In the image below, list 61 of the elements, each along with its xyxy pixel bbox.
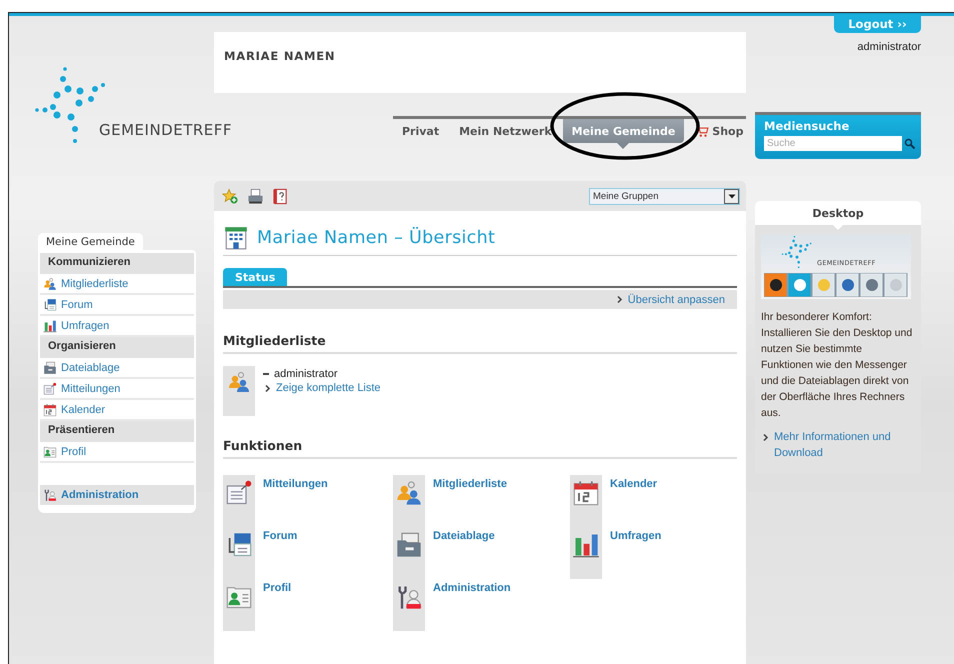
member-name: administrator — [274, 368, 338, 380]
member-list-link[interactable]: Zeige komplette Liste — [276, 382, 381, 394]
building-icon — [223, 225, 249, 251]
sidebar-item[interactable]: Mitteilungen — [40, 379, 194, 400]
section-heading: Funktionen — [223, 438, 737, 459]
function-link[interactable]: Dateiablage — [433, 527, 495, 544]
sidebar-item[interactable]: Mitgliederliste — [40, 274, 194, 295]
sidebar-tab[interactable]: Meine Gemeinde — [38, 233, 143, 250]
more-info-link[interactable]: Mehr Informationen und Download — [774, 429, 915, 461]
user-name: administrator — [856, 41, 921, 53]
admin-link[interactable]: Administration — [40, 485, 194, 505]
id-card-icon — [43, 444, 57, 458]
customize-link[interactable]: Übersicht anpassen — [628, 294, 725, 306]
section-heading: Mitgliederliste — [223, 333, 737, 354]
people-icon — [227, 370, 251, 394]
function-link[interactable]: Mitteilungen — [263, 475, 328, 492]
chevron-icon — [263, 384, 272, 392]
nav-tab[interactable]: Privat — [393, 119, 448, 143]
sidebar-group-header: Kommunizieren — [40, 253, 194, 274]
function-link[interactable]: Mitgliederliste — [433, 475, 507, 492]
printer-icon — [247, 188, 264, 204]
panel-title: Desktop — [812, 206, 864, 220]
document-stack-icon — [43, 298, 57, 312]
function-link[interactable]: Umfragen — [610, 527, 662, 544]
function-link[interactable]: Administration — [433, 579, 511, 596]
people-icon — [43, 276, 57, 290]
people-icon — [395, 479, 423, 507]
bar-chart-icon — [43, 318, 57, 332]
star-plus-icon — [222, 188, 239, 204]
panel-title: Mediensuche — [764, 119, 850, 133]
function-link[interactable]: Kalender — [610, 475, 658, 492]
sidebar-item[interactable]: Dateiablage — [40, 358, 194, 379]
help-book-icon — [272, 188, 289, 204]
search-button[interactable] — [902, 138, 918, 150]
calendar-icon — [572, 479, 600, 507]
sidebar-group-header: Organisieren — [40, 337, 194, 358]
page-title: Mariae Namen – Übersicht — [257, 228, 496, 248]
file-cabinet-icon — [43, 360, 57, 374]
function-link[interactable]: Profil — [263, 579, 292, 596]
note-pin-icon — [43, 382, 57, 396]
sidebar-item[interactable]: Profil — [40, 442, 194, 463]
note-pin-icon — [225, 479, 253, 507]
dash-icon — [263, 373, 269, 375]
sidebar-group-header: Präsentieren — [40, 421, 194, 442]
function-link[interactable]: Forum — [263, 527, 298, 544]
nav-tab[interactable]: Mein Netzwerk — [450, 119, 561, 143]
search-icon — [904, 138, 916, 150]
wrench-person-icon — [43, 488, 57, 502]
status-tab[interactable]: Status — [223, 268, 288, 286]
logo-text: GEMEINDETREFF — [99, 121, 232, 139]
nav-tab[interactable]: Shop — [686, 119, 752, 143]
sidebar-item[interactable]: Forum — [40, 295, 194, 316]
calendar-icon — [43, 402, 57, 416]
chevron-icon — [761, 433, 770, 442]
desktop-description: Ihr besonderer Komfort: Installieren Sie den Desktop und nutzen Sie bestimmte Funktionen wie den Messenger und die Dateiablagen direkt von der Oberfläche Ihres Rechners aus. — [761, 310, 914, 421]
community-name: MARIAE NAMEN — [224, 48, 336, 62]
tab-pointer-icon — [617, 143, 630, 149]
group-dropdown[interactable]: Meine Gruppen — [589, 188, 740, 204]
logout-button[interactable]: Logout ›› — [834, 15, 921, 33]
search-field[interactable]: Suche — [764, 136, 902, 151]
chevron-icon — [614, 295, 624, 304]
